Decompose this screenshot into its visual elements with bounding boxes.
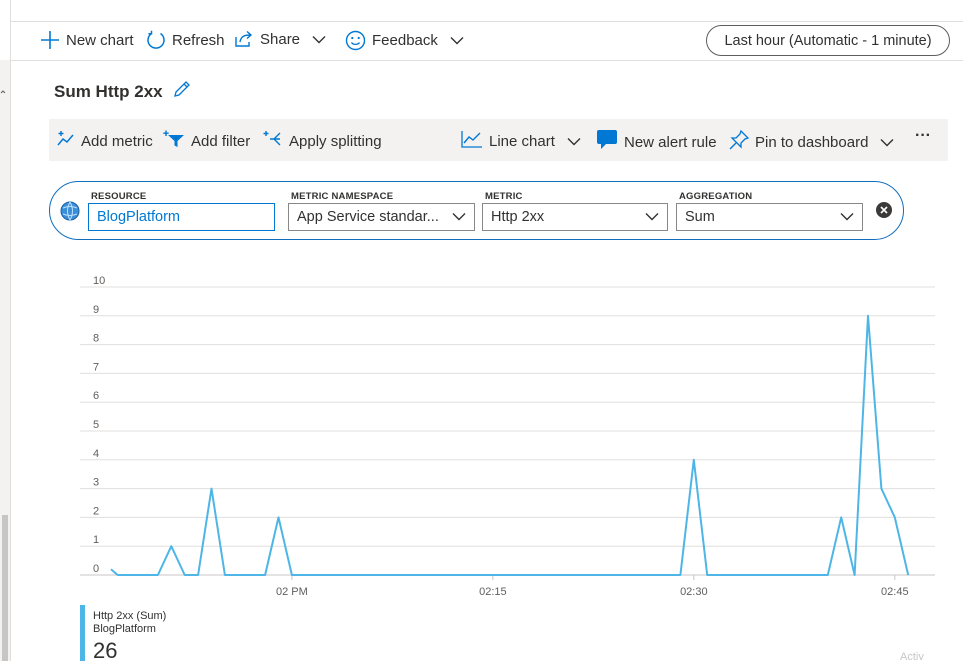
resource-label: RESOURCE — [91, 191, 147, 202]
close-icon — [876, 205, 892, 222]
plus-icon — [40, 30, 60, 50]
x-tick-label: 02 PM — [276, 586, 308, 598]
x-tick-label: 02:15 — [479, 586, 507, 598]
command-bar: New chart Refresh Share Feedback Last ho… — [10, 22, 963, 61]
y-tick-label: 8 — [93, 333, 99, 345]
share-icon — [234, 30, 254, 48]
new-alert-rule-label: New alert rule — [624, 133, 717, 151]
time-range-picker[interactable]: Last hour (Automatic - 1 minute) — [706, 25, 950, 56]
legend-resource: BlogPlatform — [93, 623, 156, 635]
add-metric-button[interactable]: Add metric — [57, 130, 153, 152]
series-line-http-2xx[interactable] — [110, 314, 910, 576]
y-tick-label: 2 — [93, 505, 99, 517]
chevron-down-icon — [452, 209, 466, 225]
metric-namespace-label: METRIC NAMESPACE — [291, 191, 394, 202]
legend-color-bar — [80, 605, 85, 661]
chevron-down-icon — [880, 134, 894, 151]
line-chart-label: Line chart — [489, 132, 555, 150]
add-filter-button[interactable]: Add filter — [163, 130, 250, 152]
pin-to-dashboard-label: Pin to dashboard — [755, 133, 869, 151]
metric-namespace-value: App Service standar... — [297, 209, 439, 225]
smiley-icon — [345, 30, 366, 51]
refresh-button[interactable]: Refresh — [146, 30, 225, 50]
y-tick-label: 0 — [93, 563, 99, 575]
x-tick-label: 02:30 — [680, 586, 708, 598]
chart-title-row: Sum Http 2xx — [54, 80, 191, 103]
chart-title: Sum Http 2xx — [54, 81, 163, 101]
aggregation-value: Sum — [685, 209, 715, 225]
aggregation-label: AGGREGATION — [679, 191, 753, 202]
y-tick-label: 7 — [93, 361, 99, 373]
y-tick-label: 4 — [93, 448, 99, 460]
app-service-globe-icon — [60, 201, 80, 226]
resource-input[interactable]: BlogPlatform — [88, 203, 275, 231]
share-button[interactable]: Share — [234, 30, 326, 48]
chevron-down-icon — [312, 35, 326, 44]
y-tick-label: 10 — [93, 275, 105, 287]
activate-windows-watermark: Activ — [900, 651, 924, 663]
refresh-label: Refresh — [172, 31, 225, 49]
y-tick-label: 9 — [93, 304, 99, 316]
new-chart-button[interactable]: New chart — [40, 30, 134, 50]
feedback-button[interactable]: Feedback — [345, 30, 464, 51]
refresh-icon — [146, 30, 166, 50]
time-range-label: Last hour (Automatic - 1 minute) — [724, 32, 932, 49]
chart-toolbar: Add metric Add filter Apply splitting Li… — [49, 119, 948, 161]
chevron-down-icon — [840, 209, 854, 225]
pin-to-dashboard-button[interactable]: Pin to dashboard — [729, 129, 894, 154]
filter-icon — [163, 130, 185, 152]
remove-metric-button[interactable] — [876, 202, 892, 218]
chevron-down-icon — [450, 36, 464, 45]
line-chart-dropdown[interactable]: Line chart — [461, 130, 581, 152]
aggregation-select[interactable]: Sum — [676, 203, 863, 231]
new-chart-label: New chart — [66, 31, 134, 49]
x-tick-label: 02:45 — [881, 586, 909, 598]
chevron-down-icon — [645, 209, 659, 225]
new-alert-rule-button[interactable]: New alert rule — [596, 130, 717, 154]
legend-series-name[interactable]: Http 2xx (Sum) — [93, 610, 166, 622]
metric-label: METRIC — [485, 191, 523, 202]
ellipsis-icon: ··· — [915, 127, 931, 144]
metric-namespace-select[interactable]: App Service standar... — [288, 203, 475, 231]
add-metric-label: Add metric — [81, 132, 153, 150]
collapse-caret-icon[interactable] — [0, 86, 6, 97]
y-tick-label: 5 — [93, 419, 99, 431]
y-tick-label: 6 — [93, 390, 99, 402]
add-metric-icon — [57, 130, 75, 152]
apply-splitting-button[interactable]: Apply splitting — [263, 130, 382, 152]
pin-icon — [729, 129, 750, 154]
splitting-icon — [263, 130, 283, 152]
metric-value: Http 2xx — [491, 209, 545, 225]
legend-total-value: 26 — [93, 638, 118, 663]
y-tick-label: 1 — [93, 534, 99, 546]
apply-splitting-label: Apply splitting — [289, 132, 382, 150]
metric-select[interactable]: Http 2xx — [482, 203, 668, 231]
edit-pencil-icon[interactable] — [173, 80, 191, 103]
resource-value: BlogPlatform — [97, 209, 181, 225]
alert-bubble-icon — [596, 130, 618, 154]
more-options-button[interactable]: ··· — [915, 127, 931, 145]
y-tick-label: 3 — [93, 477, 99, 489]
metric-selector-row: RESOURCE BlogPlatform METRIC NAMESPACE A… — [49, 181, 904, 240]
line-chart: 0 1 2 3 4 5 6 7 8 9 10 02 PM 02:15 02:30 02:45 — [80, 275, 935, 598]
add-filter-label: Add filter — [191, 132, 251, 150]
feedback-label: Feedback — [372, 32, 438, 49]
share-label: Share — [260, 30, 301, 48]
chevron-down-icon — [567, 133, 581, 150]
line-chart-icon — [461, 130, 483, 152]
